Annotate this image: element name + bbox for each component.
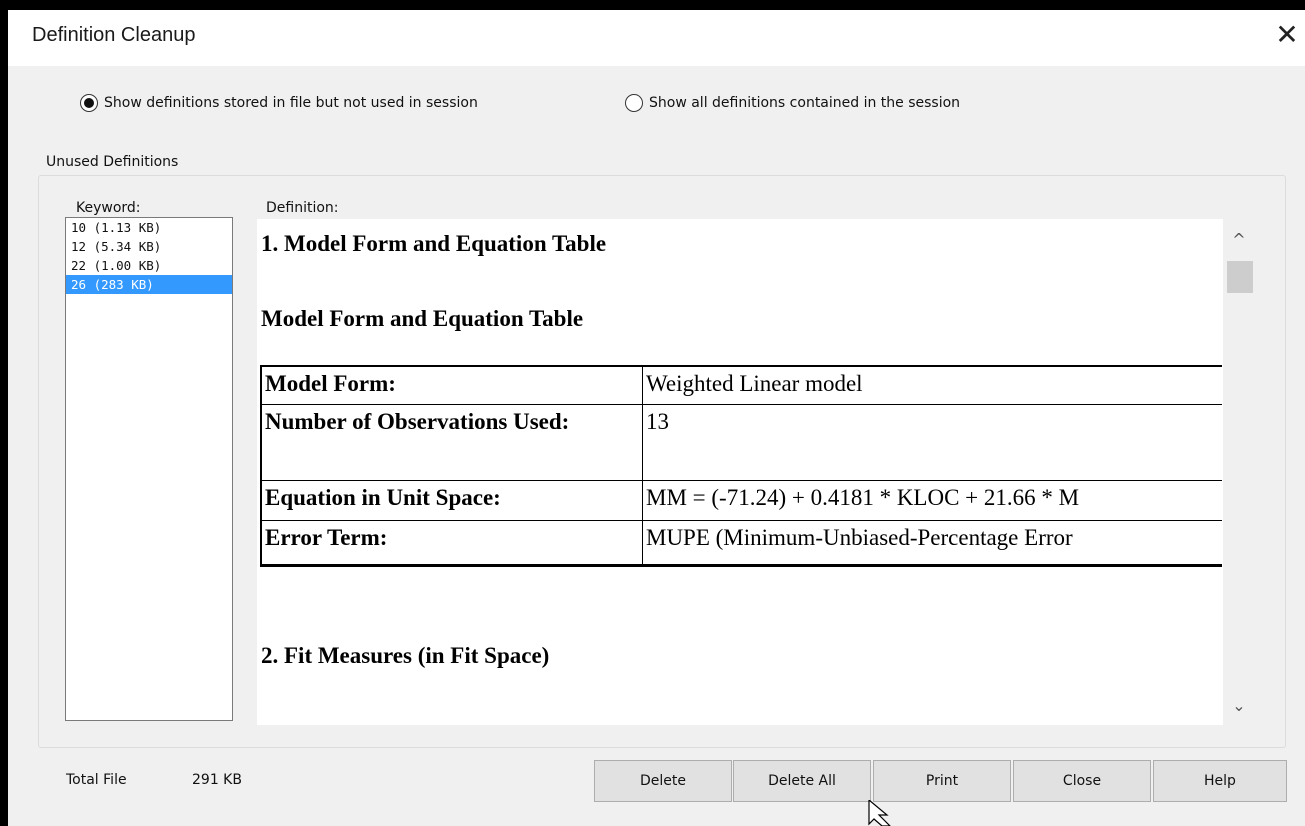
section-heading: 1. Model Form and Equation Table	[261, 231, 607, 256]
table-row: Number of Observations Used: 13	[262, 405, 1222, 481]
table-heading: Model Form and Equation Table	[261, 306, 584, 331]
radio-show-unused[interactable]	[80, 94, 98, 112]
chevron-up-icon[interactable]: ^	[1223, 227, 1255, 253]
definition-header: Definition:	[266, 200, 339, 216]
total-file-value: 291 KB	[192, 772, 242, 788]
window-frame-left	[0, 0, 8, 826]
option-show-unused[interactable]: Show definitions stored in file but not …	[80, 92, 478, 114]
window-title: Definition Cleanup	[32, 24, 196, 46]
scrollbar-thumb[interactable]	[1227, 261, 1253, 293]
mouse-pointer-icon	[868, 800, 891, 826]
close-button[interactable]: Close	[1013, 760, 1151, 802]
model-form-table: Model Form: Weighted Linear model Number…	[260, 365, 1222, 567]
help-button[interactable]: Help	[1153, 760, 1287, 802]
keyword-header: Keyword:	[76, 200, 141, 216]
list-item[interactable]: 22 (1.00 KB)	[66, 256, 232, 275]
table-cell-value: Weighted Linear model	[646, 371, 863, 396]
option-show-all[interactable]: Show all definitions contained in the se…	[625, 92, 960, 114]
option-show-unused-label: Show definitions stored in file but not …	[104, 95, 478, 111]
total-file-label: Total File	[66, 772, 127, 788]
delete-all-button[interactable]: Delete All	[733, 760, 871, 802]
option-show-all-label: Show all definitions contained in the se…	[649, 95, 961, 111]
list-item[interactable]: 26 (283 KB)	[66, 275, 232, 294]
group-title: Unused Definitions	[42, 154, 183, 170]
table-cell-label: Model Form:	[262, 367, 643, 404]
table-row: Error Term: MUPE (Minimum-Unbiased-Perce…	[262, 521, 1222, 564]
list-item[interactable]: 10 (1.13 KB)	[66, 218, 232, 237]
table-cell-value: MUPE (Minimum-Unbiased-Percentage Error	[646, 525, 1073, 550]
window-frame-top	[0, 0, 1305, 10]
radio-show-all[interactable]	[625, 94, 643, 112]
section-heading: 2. Fit Measures (in Fit Space)	[261, 643, 550, 668]
table-cell-value: MM = (-71.24) + 0.4181 * KLOC + 21.66 * …	[646, 485, 1080, 510]
table-cell-label: Equation in Unit Space:	[262, 481, 643, 520]
print-button[interactable]: Print	[873, 760, 1011, 802]
delete-button[interactable]: Delete	[594, 760, 732, 802]
close-icon[interactable]: ✕	[1275, 20, 1299, 50]
keyword-list[interactable]: 10 (1.13 KB) 12 (5.34 KB) 22 (1.00 KB) 2…	[65, 217, 233, 721]
definition-view[interactable]: 1. Model Form and Equation Table Model F…	[257, 219, 1255, 725]
table-row: Model Form: Weighted Linear model	[262, 367, 1222, 405]
table-row: Equation in Unit Space: MM = (-71.24) + …	[262, 481, 1222, 521]
title-bar[interactable]: Definition Cleanup ✕	[8, 10, 1305, 66]
table-cell-label: Error Term:	[262, 521, 643, 564]
list-item[interactable]: 12 (5.34 KB)	[66, 237, 232, 256]
chevron-down-icon[interactable]: ⌄	[1223, 693, 1255, 719]
table-cell-label: Number of Observations Used:	[262, 405, 643, 480]
table-cell-value: 13	[646, 409, 669, 434]
definition-scrollbar[interactable]: ^ ⌄	[1223, 219, 1255, 725]
